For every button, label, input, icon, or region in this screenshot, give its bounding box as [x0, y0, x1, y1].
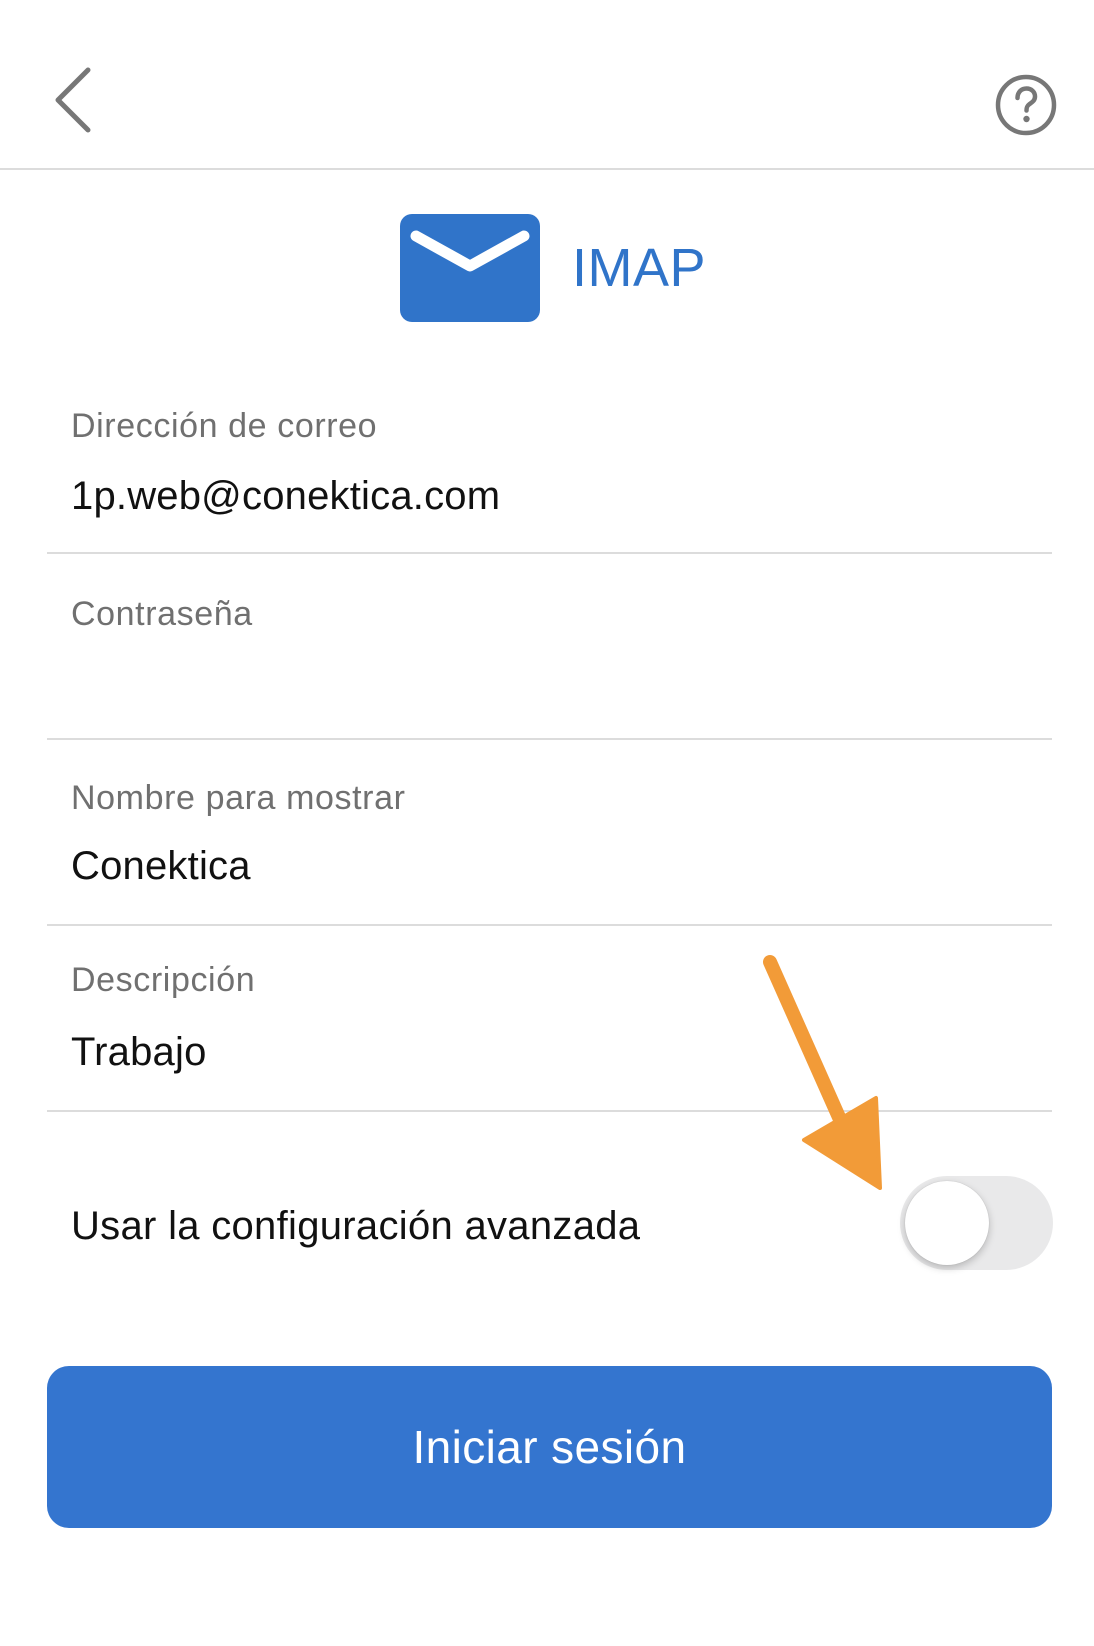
- help-button[interactable]: [994, 73, 1058, 137]
- description-field[interactable]: Descripción: [47, 926, 1052, 1112]
- chevron-left-icon: [55, 67, 91, 133]
- password-input[interactable]: [71, 660, 1021, 708]
- display-name-label: Nombre para mostrar: [71, 779, 406, 817]
- email-field[interactable]: Dirección de correo: [47, 380, 1052, 554]
- display-name-input[interactable]: [71, 842, 1021, 890]
- password-field[interactable]: Contraseña: [47, 554, 1052, 740]
- description-label: Descripción: [71, 961, 256, 999]
- imap-setup-screen: IMAP Dirección de correo Contraseña Nomb…: [0, 0, 1094, 1646]
- mail-envelope-icon: [400, 214, 540, 322]
- back-button[interactable]: [50, 64, 100, 136]
- question-circle-icon: [995, 74, 1057, 136]
- email-label: Dirección de correo: [71, 407, 378, 445]
- advanced-settings-toggle[interactable]: [900, 1176, 1053, 1270]
- advanced-settings-row: Usar la configuración avanzada: [47, 1112, 1053, 1282]
- description-input[interactable]: [71, 1028, 1021, 1076]
- account-type-title: IMAP: [572, 238, 707, 298]
- password-label: Contraseña: [71, 595, 253, 633]
- display-name-field[interactable]: Nombre para mostrar: [47, 740, 1052, 926]
- advanced-settings-label: Usar la configuración avanzada: [71, 1204, 641, 1248]
- email-input[interactable]: [71, 472, 1021, 520]
- navigation-bar: [0, 0, 1094, 170]
- account-type-header: IMAP: [0, 214, 1094, 324]
- toggle-knob: [905, 1181, 989, 1265]
- sign-in-button[interactable]: Iniciar sesión: [47, 1366, 1052, 1528]
